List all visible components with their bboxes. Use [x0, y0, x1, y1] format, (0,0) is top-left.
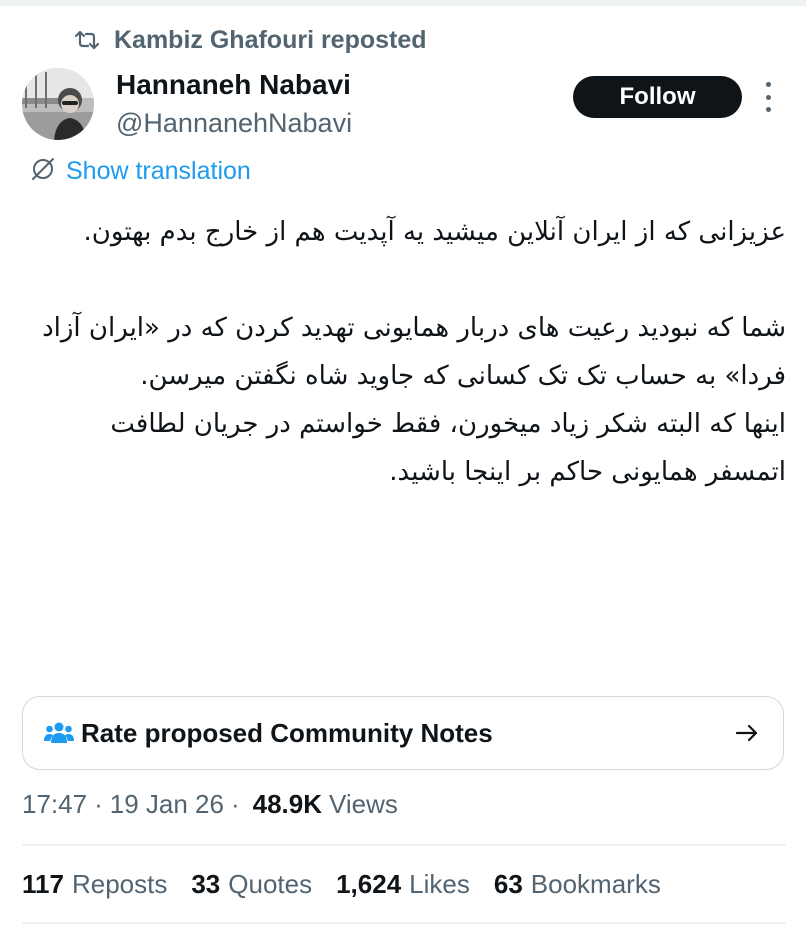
- views-count[interactable]: 48.9K: [253, 789, 322, 820]
- more-dot: [765, 94, 771, 100]
- more-dot: [765, 82, 771, 87]
- more-dot: [765, 107, 771, 112]
- repost-icon: [74, 27, 100, 53]
- tweet-text: عزیزانی که از ایران آنلاین میشید یه آپدی…: [22, 208, 786, 496]
- handle[interactable]: @HannanehNabavi: [116, 106, 352, 140]
- show-translation-link[interactable]: Show translation: [30, 154, 251, 188]
- follow-button[interactable]: Follow: [573, 76, 742, 118]
- engagement-stats: 117 Reposts 33 Quotes 1,624 Likes 63 Boo…: [22, 866, 685, 902]
- tweet-time[interactable]: 17:47: [22, 789, 87, 820]
- quotes-stat[interactable]: 33 Quotes: [191, 869, 312, 900]
- display-name[interactable]: Hannaneh Nabavi: [116, 66, 352, 104]
- divider: [22, 844, 786, 846]
- tweet-date[interactable]: 19 Jan 26: [110, 789, 224, 820]
- quotes-label: Quotes: [228, 868, 313, 899]
- tweet-paragraph: شما که نبودید رعیت های دربار همایونی تهد…: [42, 313, 786, 391]
- repost-text: Kambiz Ghafouri reposted: [114, 25, 427, 54]
- avatar-photo: [22, 68, 94, 140]
- bookmarks-stat[interactable]: 63 Bookmarks: [494, 869, 661, 900]
- reposts-stat[interactable]: 117 Reposts: [22, 869, 167, 900]
- likes-label: Likes: [409, 868, 470, 899]
- people-icon: [43, 719, 75, 747]
- likes-stat[interactable]: 1,624 Likes: [336, 869, 470, 900]
- translate-label[interactable]: Show translation: [66, 157, 251, 186]
- bookmarks-count: 63: [493, 868, 523, 899]
- top-divider: [0, 0, 806, 6]
- avatar[interactable]: [22, 68, 94, 140]
- arrow-right-icon: [733, 719, 761, 747]
- author-row: Hannaneh Nabavi @HannanehNabavi Follow: [22, 66, 784, 144]
- views-label[interactable]: Views: [329, 789, 398, 820]
- meta-separator: ·: [94, 788, 103, 819]
- community-notes-label: Rate proposed Community Notes: [81, 717, 493, 748]
- tweet-meta: 17:47 · 19 Jan 26 · 48.9K Views: [22, 786, 398, 822]
- reposts-label: Reposts: [71, 868, 168, 899]
- tweet-paragraph: عزیزانی که از ایران آنلاین میشید یه آپدی…: [83, 217, 786, 247]
- bookmarks-label: Bookmarks: [530, 868, 661, 899]
- community-notes-card[interactable]: Rate proposed Community Notes: [22, 696, 784, 770]
- repost-header[interactable]: Kambiz Ghafouri reposted: [74, 22, 427, 58]
- quotes-count: 33: [191, 868, 221, 899]
- likes-count: 1,624: [336, 868, 402, 899]
- reposts-count: 117: [22, 868, 64, 899]
- meta-separator: ·: [230, 788, 240, 819]
- author-names[interactable]: Hannaneh Nabavi @HannanehNabavi: [116, 66, 352, 140]
- tweet-paragraph: اینها که البته شکر زیاد میخورن، فقط خواس…: [110, 409, 786, 487]
- more-options-icon[interactable]: [758, 82, 778, 112]
- translate-icon: [30, 156, 56, 187]
- divider: [22, 922, 786, 924]
